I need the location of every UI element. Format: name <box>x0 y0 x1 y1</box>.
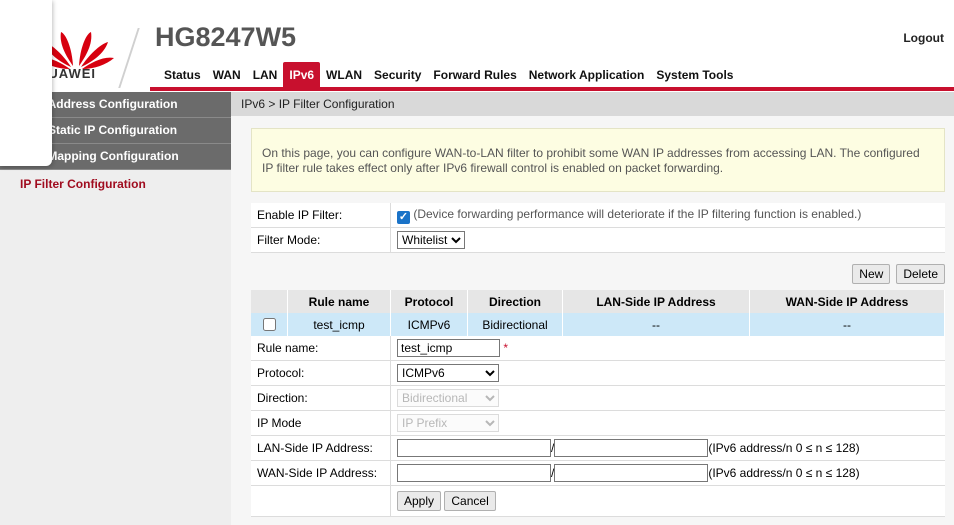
col-rule-name: Rule name <box>287 290 391 313</box>
nav-system-tools[interactable]: System Tools <box>650 64 739 88</box>
info-notice: On this page, you can configure WAN-to-L… <box>251 128 945 192</box>
ip-mode-label: IP Mode <box>251 410 391 436</box>
main-content: IPv6 > IP Filter Configuration On this p… <box>231 92 954 525</box>
nav-underline <box>150 87 954 91</box>
lan-ip-prefix-input[interactable] <box>554 439 709 457</box>
device-model: HG8247W5 <box>155 22 297 52</box>
direction-select[interactable]: Bidirectional <box>397 389 499 407</box>
lan-ip-label: LAN-Side IP Address: <box>251 435 391 461</box>
col-lan-ip: LAN-Side IP Address <box>562 290 750 313</box>
table-actions: New Delete <box>852 264 945 284</box>
nav-lan[interactable]: LAN <box>247 64 284 88</box>
logout-link[interactable]: Logout <box>903 31 944 45</box>
col-protocol: Protocol <box>390 290 468 313</box>
breadcrumb: IPv6 > IP Filter Configuration <box>231 92 954 116</box>
rule-name-label: Rule name: <box>251 336 391 361</box>
rule-name-input[interactable] <box>397 339 500 357</box>
nav-wan[interactable]: WAN <box>207 64 247 88</box>
enable-filter-checkbox[interactable]: ✓ <box>397 210 410 224</box>
protocol-label: Protocol: <box>251 360 391 386</box>
col-direction: Direction <box>467 290 563 313</box>
main-nav: Status WAN LAN IPv6 WLAN Security Forwar… <box>158 62 739 88</box>
delete-button[interactable]: Delete <box>896 264 945 284</box>
nav-ipv6[interactable]: IPv6 <box>283 62 321 88</box>
cancel-button[interactable]: Cancel <box>444 491 496 511</box>
rules-table: Rule name Protocol Direction LAN-Side IP… <box>251 290 945 337</box>
required-mark: * <box>503 341 509 355</box>
lan-ip-hint: (IPv6 address/n 0 ≤ n ≤ 128) <box>708 441 860 455</box>
row-rule-name: test_icmp <box>287 313 391 337</box>
direction-label: Direction: <box>251 385 391 411</box>
filter-mode-select[interactable]: Whitelist <box>397 231 465 249</box>
wan-ip-hint: (IPv6 address/n 0 ≤ n ≤ 128) <box>708 466 860 480</box>
row-direction: Bidirectional <box>467 313 563 337</box>
new-button[interactable]: New <box>852 264 891 284</box>
col-wan-ip: WAN-Side IP Address <box>749 290 945 313</box>
row-lan-ip: -- <box>562 313 750 337</box>
ip-mode-select[interactable]: IP Prefix <box>397 414 499 432</box>
row-wan-ip: -- <box>749 313 945 337</box>
wan-ip-address-input[interactable] <box>397 464 551 482</box>
filter-settings: Enable IP Filter: ✓ (Device forwarding p… <box>251 203 945 253</box>
sidebar-item-ip-filter[interactable]: IP Filter Configuration <box>0 170 231 196</box>
nav-security[interactable]: Security <box>368 64 427 88</box>
header: HUAWEI HG8247W5 Logout Status WAN LAN IP… <box>0 0 954 92</box>
form-actions-spacer <box>251 485 391 517</box>
table-row[interactable]: test_icmp ICMPv6 Bidirectional -- -- <box>251 313 945 337</box>
lan-ip-address-input[interactable] <box>397 439 551 457</box>
enable-filter-label: Enable IP Filter: <box>251 203 391 228</box>
nav-wlan[interactable]: WLAN <box>320 64 368 88</box>
wan-ip-label: WAN-Side IP Address: <box>251 460 391 486</box>
enable-filter-note: (Device forwarding performance will dete… <box>413 206 862 221</box>
row-checkbox[interactable] <box>262 318 276 331</box>
wan-ip-prefix-input[interactable] <box>554 464 709 482</box>
protocol-select[interactable]: ICMPv6 <box>397 364 499 382</box>
nav-status[interactable]: Status <box>158 64 207 88</box>
col-select <box>251 290 288 313</box>
row-protocol: ICMPv6 <box>390 313 468 337</box>
nav-forward-rules[interactable]: Forward Rules <box>427 64 522 88</box>
filter-mode-label: Filter Mode: <box>251 227 391 253</box>
overlay-popup <box>0 0 52 166</box>
apply-button[interactable]: Apply <box>397 491 442 511</box>
nav-network-application[interactable]: Network Application <box>523 64 651 88</box>
rule-form: Rule name: * Protocol: ICMPv6 Direction:… <box>251 336 945 517</box>
